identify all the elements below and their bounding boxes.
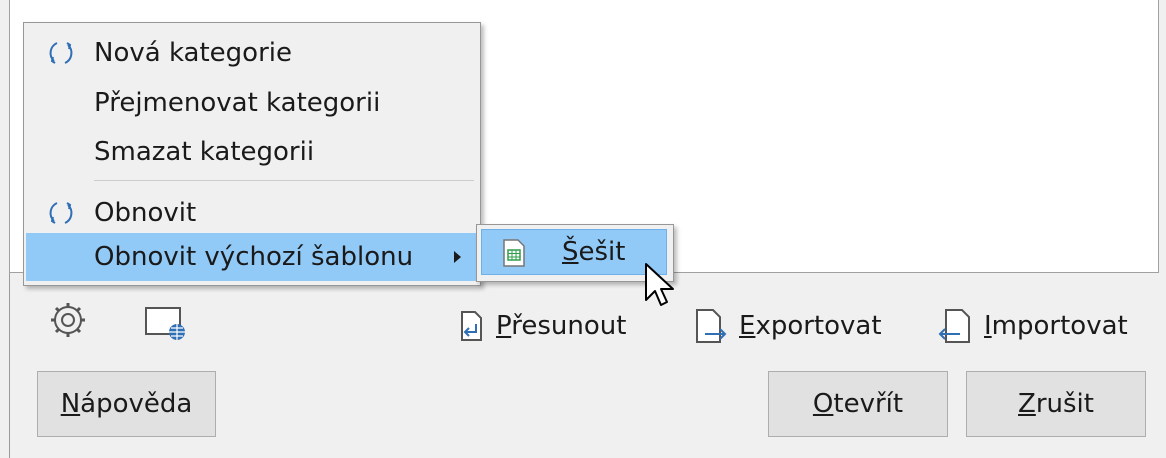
open-label: tevřít [833,389,904,419]
submenu-item-spreadsheet[interactable]: Šešit [481,229,667,275]
import-button[interactable]: Importovat [938,306,1128,346]
import-icon [938,309,970,343]
submenu-accel: Š [562,237,579,267]
export-button[interactable]: Exportovat [693,306,882,346]
export-accel: E [739,311,756,341]
help-label: ápověda [80,389,193,419]
menu-item-new-category[interactable]: Nová kategorie [24,29,480,77]
cancel-accel: Z [1018,389,1036,419]
menu-item-label: Obnovit [94,198,197,228]
globe-document-icon[interactable] [144,302,188,342]
menu-item-label: Nová kategorie [94,38,292,68]
import-label: mportovat [991,311,1128,341]
menu-separator [94,180,474,181]
menu-item-label: Obnovit výchozí šablonu [94,242,414,272]
refresh-icon [49,202,73,224]
move-button[interactable]: Přesunout [456,306,626,346]
menu-item-rename-category[interactable]: Přejmenovat kategorii [24,79,480,127]
mouse-cursor-icon [645,263,674,306]
cancel-label: rušit [1035,389,1094,419]
export-icon [696,309,727,343]
menu-item-label: Přejmenovat kategorii [94,88,381,118]
gear-icon[interactable] [48,300,88,340]
move-accel: P [496,311,512,341]
submenu-arrow-icon [454,251,461,263]
menu-item-delete-category[interactable]: Smazat kategorii [24,128,480,176]
menu-item-refresh[interactable]: Obnovit [24,189,480,237]
export-label: xportovat [755,311,882,341]
move-label: řesunout [511,311,627,341]
import-accel: I [984,311,992,341]
spreadsheet-icon [503,239,525,267]
help-button[interactable]: Nápověda [37,371,216,437]
menu-item-reset-default-template[interactable]: Obnovit výchozí šablonu [26,233,478,281]
context-menu: Nová kategorie Přejmenovat kategorii Sma… [23,22,481,286]
menu-item-label: Smazat kategorii [94,137,315,167]
help-accel: N [60,389,81,419]
open-accel: O [812,389,834,419]
open-button[interactable]: Otevřít [768,371,948,437]
cancel-button[interactable]: Zrušit [966,371,1146,437]
move-icon [461,311,482,341]
submenu-label: ešit [578,237,626,267]
refresh-icon [49,42,73,64]
